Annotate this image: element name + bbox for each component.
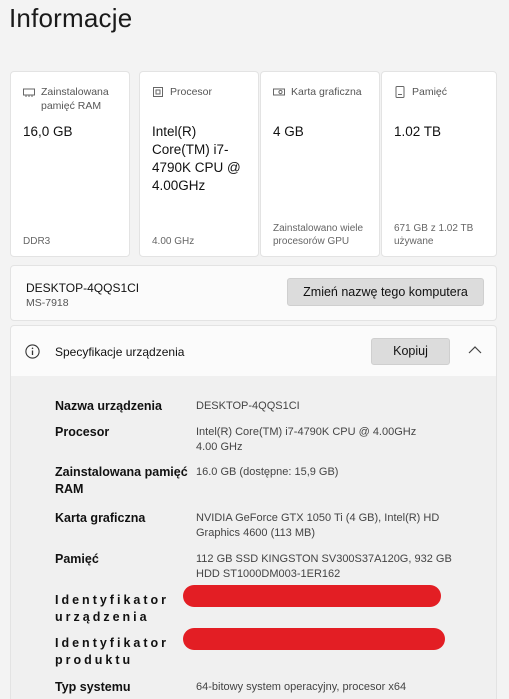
device-specs-title: Specyfikacje urządzenia xyxy=(55,345,185,359)
storage-card-footer: 671 GB z 1.02 TB używane xyxy=(394,223,474,247)
cpu-card-label: Procesor xyxy=(170,86,213,98)
spec-value: NVIDIA GeForce GTX 1050 Ti (4 GB), Intel… xyxy=(196,512,440,539)
gpu-card: Karta graficzna 4 GB Zainstalowano wiele… xyxy=(260,71,380,257)
spec-value: DESKTOP-4QQS1CI xyxy=(196,400,300,412)
spec-key: Karta graficzna xyxy=(55,511,146,525)
spec-value: 112 GB SSD KINGSTON SV300S37A120G, 932 G… xyxy=(196,553,452,580)
ram-card-value: 16,0 GB xyxy=(23,124,73,139)
pc-name: DESKTOP-4QQS1CI xyxy=(26,281,140,295)
cpu-card-value: Intel(R) Core(TM) i7-4790K CPU @ 4.00GHz xyxy=(152,124,241,193)
spec-key: Typ systemu xyxy=(55,680,131,694)
cpu-card-footer: 4.00 GHz xyxy=(152,236,195,247)
spec-key: Procesor xyxy=(55,425,110,439)
spec-key: Zainstalowana pamięć RAM xyxy=(55,465,188,496)
ram-icon xyxy=(23,88,35,97)
ram-card: Zainstalowana pamięć RAM 16,0 GB DDR3 xyxy=(10,71,130,257)
redaction-bar xyxy=(183,628,445,650)
spec-value: Intel(R) Core(TM) i7-4790K CPU @ 4.00GHz… xyxy=(196,426,417,453)
cpu-card: Procesor Intel(R) Core(TM) i7-4790K CPU … xyxy=(139,71,259,257)
chevron-up-icon[interactable] xyxy=(468,345,482,355)
ram-card-label: Zainstalowana pamięć RAM xyxy=(41,86,109,112)
gpu-card-value: 4 GB xyxy=(273,124,304,139)
cpu-icon xyxy=(153,87,163,97)
spec-value: 64-bitowy system operacyjny, procesor x6… xyxy=(196,681,407,693)
page-title: Informacje xyxy=(9,3,133,33)
storage-card: Pamięć 1.02 TB 671 GB z 1.02 TB używane xyxy=(381,71,497,257)
device-specs-header[interactable]: Specyfikacje urządzenia Kopiuj xyxy=(10,325,497,377)
redaction-bar xyxy=(183,585,441,607)
storage-icon xyxy=(395,86,405,98)
info-icon xyxy=(25,344,40,359)
spec-key: Identyfikator produktu xyxy=(55,636,170,667)
rename-pc-button[interactable]: Zmień nazwę tego komputera xyxy=(287,278,484,306)
spec-key: Pamięć xyxy=(55,552,99,566)
spec-value: 16.0 GB (dostępne: 15,9 GB) xyxy=(196,466,339,478)
ram-card-footer: DDR3 xyxy=(23,236,51,247)
pc-name-panel: DESKTOP-4QQS1CI MS-7918 Zmień nazwę tego… xyxy=(10,265,497,321)
spec-key: Identyfikator urządzenia xyxy=(55,593,170,624)
storage-card-value: 1.02 TB xyxy=(394,124,442,139)
pc-model: MS-7918 xyxy=(26,297,69,309)
gpu-card-footer: Zainstalowano wiele procesorów GPU xyxy=(273,223,364,247)
gpu-card-label: Karta graficzna xyxy=(291,86,362,98)
storage-card-label: Pamięć xyxy=(412,86,448,98)
device-specs-body: Nazwa urządzenia DESKTOP-4QQS1CI Proceso… xyxy=(10,376,497,699)
copy-button[interactable]: Kopiuj xyxy=(371,338,450,365)
gpu-icon xyxy=(273,88,285,96)
spec-key: Nazwa urządzenia xyxy=(55,399,162,413)
